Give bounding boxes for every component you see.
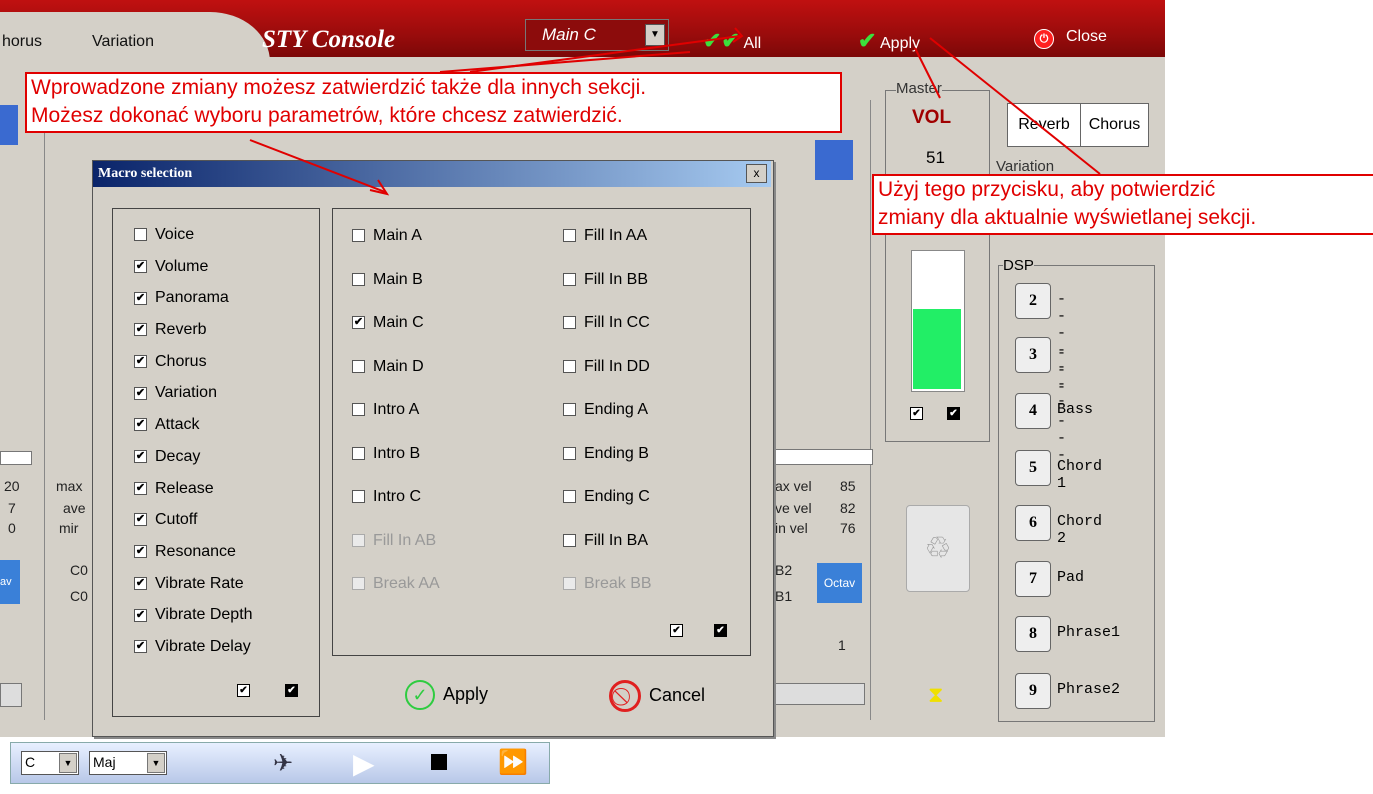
arrowhead — [732, 27, 744, 43]
arrow-line — [249, 139, 386, 193]
arrow-line — [929, 37, 1101, 175]
arrow-line — [439, 51, 691, 73]
arrow-line — [914, 47, 941, 99]
annotation-arrows — [249, 27, 1101, 196]
